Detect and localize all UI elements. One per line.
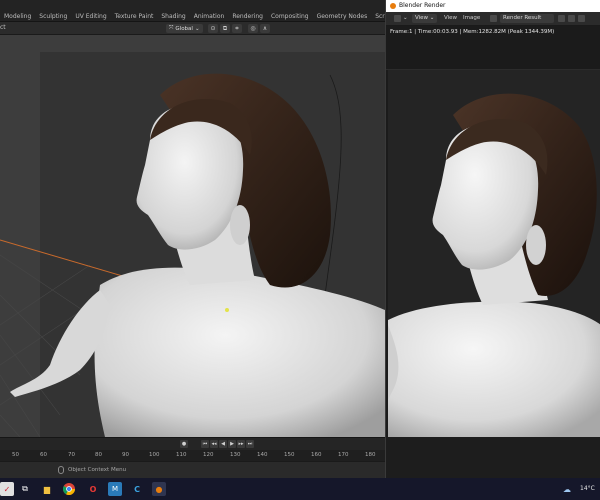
render-result-image[interactable] [388, 70, 600, 437]
tab-sculpting[interactable]: Sculpting [35, 12, 71, 22]
prev-keyframe-icon[interactable]: ◂◂ [210, 440, 218, 448]
next-keyframe-icon[interactable]: ▸▸ [237, 440, 245, 448]
fake-user-icon[interactable] [558, 15, 565, 22]
frame-info-text: Frame:1 | Time:00:03.93 | Mem:1282.82M (… [390, 29, 555, 35]
app-c-icon[interactable]: C [130, 482, 144, 496]
frame-tick: 50 [12, 452, 19, 458]
render-window-title: Blender Render [399, 2, 446, 9]
tab-uv-editing[interactable]: UV Editing [71, 12, 110, 22]
tab-modeling[interactable]: Modeling [0, 12, 35, 22]
weather-icon: ☁ [563, 484, 571, 494]
task-view-icon[interactable]: ⧉ [18, 482, 32, 496]
weather-temperature: 14°C [580, 485, 595, 492]
chrome-logo [63, 483, 75, 495]
ear [230, 205, 250, 245]
orientation-icon: ⤧ [169, 25, 174, 31]
frame-tick: 170 [338, 452, 349, 458]
3d-viewport[interactable] [0, 35, 385, 437]
frame-tick: 150 [284, 452, 295, 458]
view-mode-label: View [415, 15, 429, 21]
windows-taskbar: ✓ ⧉ ▆ O M C ● ☁ 14°C [0, 478, 600, 500]
tab-compositing[interactable]: Compositing [267, 12, 313, 22]
snap-target-icon[interactable]: ⌗ [232, 24, 242, 33]
rendered-torso [388, 301, 600, 437]
file-explorer-icon[interactable]: ▆ [40, 482, 54, 496]
object-origin [225, 308, 229, 312]
chevron-down-icon: ⌄ [403, 15, 408, 21]
tab-shading[interactable]: Shading [157, 12, 189, 22]
frame-tick: 110 [176, 452, 187, 458]
rendered-figure [388, 70, 600, 437]
play-reverse-icon[interactable]: ◀ [219, 440, 227, 448]
mouse-icon [58, 466, 64, 474]
frame-tick: 60 [40, 452, 47, 458]
menu-view[interactable]: View [444, 15, 457, 21]
tab-animation[interactable]: Animation [190, 12, 229, 22]
frame-tick: 90 [122, 452, 129, 458]
new-image-icon[interactable] [568, 15, 575, 22]
viewport-header: ct ⤧ Global ⌄ ⊙ ⧉ ⌗ ◎ ∧ [0, 22, 385, 35]
blender-taskbar-icon[interactable]: ● [152, 482, 166, 496]
tab-rendering[interactable]: Rendering [228, 12, 267, 22]
chrome-icon[interactable] [62, 482, 76, 496]
tab-geometry-nodes[interactable]: Geometry Nodes [313, 12, 372, 22]
chevron-down-icon: ⌄ [194, 25, 200, 32]
orientation-label: Global [175, 25, 193, 32]
opera-icon[interactable]: O [86, 482, 100, 496]
object-mode-label[interactable]: ct [0, 24, 6, 31]
snap-icon[interactable]: ⧉ [220, 24, 230, 33]
frame-tick: 70 [68, 452, 75, 458]
frame-tick: 100 [149, 452, 160, 458]
status-bar: Object Context Menu [0, 461, 385, 478]
rendered-ear [526, 225, 546, 265]
play-icon[interactable]: ▶ [228, 440, 236, 448]
transform-orientation-dropdown[interactable]: ⤧ Global ⌄ [166, 24, 203, 33]
render-window: Blender Render ⌄ View ⌄ View Image Rende… [385, 0, 600, 478]
keyframe-icon[interactable]: ● [180, 440, 188, 448]
proportional-edit-icon[interactable]: ◎ [248, 24, 258, 33]
app-m-icon[interactable]: M [108, 482, 122, 496]
timeline[interactable]: ● ⏮ ◂◂ ◀ ▶ ▸▸ ⏭ 50 60 70 80 90 100 110 1… [0, 437, 385, 462]
frame-tick: 130 [230, 452, 241, 458]
blender-logo-icon [390, 3, 396, 9]
render-window-footer [386, 437, 600, 478]
jump-start-icon[interactable]: ⏮ [201, 440, 209, 448]
frame-tick: 180 [365, 452, 376, 458]
left-arm [10, 290, 110, 397]
torso [94, 267, 385, 437]
render-window-titlebar[interactable]: Blender Render [386, 0, 600, 12]
frame-tick: 80 [95, 452, 102, 458]
image-name-label: Render Result [503, 15, 542, 21]
menu-image[interactable]: Image [463, 15, 480, 21]
frame-tick: 140 [257, 452, 268, 458]
falloff-icon[interactable]: ∧ [260, 24, 270, 33]
viewport-scene [0, 73, 385, 437]
image-editor-header: ⌄ View ⌄ View Image Render Result [386, 12, 600, 26]
editor-type-icon[interactable] [394, 15, 401, 22]
workspace-tabs-bar: Modeling Sculpting UV Editing Texture Pa… [0, 0, 417, 22]
jump-end-icon[interactable]: ⏭ [246, 440, 254, 448]
image-name-field[interactable]: Render Result [500, 14, 554, 23]
render-frame-info: Frame:1 | Time:00:03.93 | Mem:1282.82M (… [386, 26, 600, 70]
start-app-icon[interactable]: ✓ [0, 482, 14, 496]
status-message: Object Context Menu [68, 467, 127, 473]
view-mode-dropdown[interactable]: View ⌄ [412, 14, 438, 23]
frame-tick: 160 [311, 452, 322, 458]
unlink-icon[interactable] [578, 15, 585, 22]
tab-texture-paint[interactable]: Texture Paint [111, 12, 158, 22]
playback-controls: ● ⏮ ◂◂ ◀ ▶ ▸▸ ⏭ [180, 440, 254, 448]
pivot-icon[interactable]: ⊙ [208, 24, 218, 33]
frame-tick: 120 [203, 452, 214, 458]
image-browse-icon[interactable] [490, 15, 497, 22]
